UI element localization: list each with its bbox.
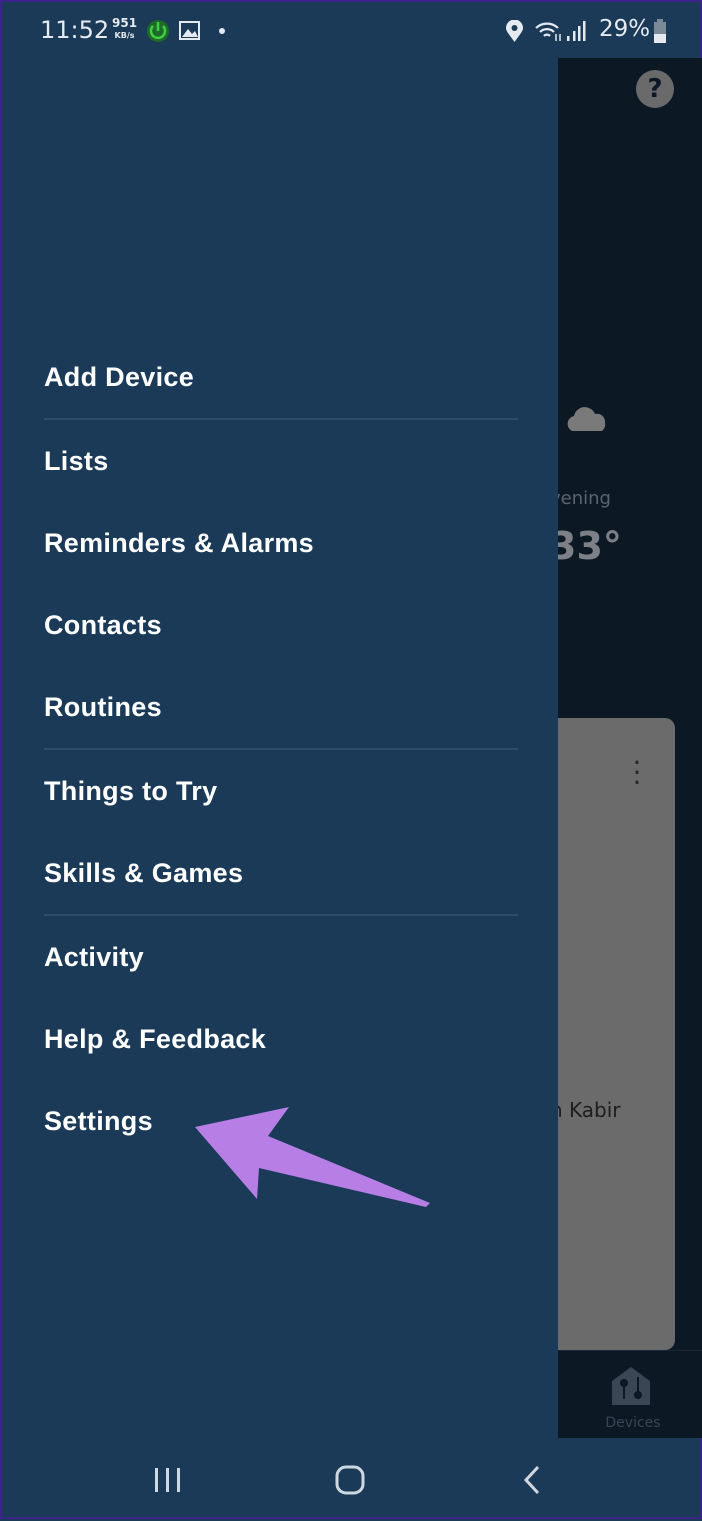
menu-item-help-feedback[interactable]: Help & Feedback: [44, 998, 518, 1080]
network-speed: 951 KB/s: [112, 16, 138, 41]
menu-item-add-device[interactable]: Add Device: [44, 336, 518, 418]
recent-apps-icon[interactable]: [152, 1466, 184, 1494]
status-bar: 11:52 951 KB/s 29%: [2, 2, 702, 58]
menu-item-skills-games[interactable]: Skills & Games: [44, 832, 518, 914]
speed-value: 951: [112, 16, 138, 30]
menu-item-activity[interactable]: Activity: [44, 916, 518, 998]
temperature: 33°: [550, 524, 622, 568]
bottom-nav: Devices: [558, 1350, 702, 1438]
speed-unit: KB/s: [114, 31, 135, 40]
signal-icon: [567, 21, 586, 41]
drawer-menu: Add Device Lists Reminders & Alarms Cont…: [44, 336, 518, 1162]
menu-item-settings[interactable]: Settings: [44, 1080, 518, 1162]
menu-item-contacts[interactable]: Contacts: [44, 584, 518, 666]
battery-percent: 29%: [599, 16, 651, 42]
location-icon: [506, 20, 523, 42]
partly-cloudy-night-icon: [561, 403, 606, 431]
back-icon[interactable]: [520, 1464, 544, 1496]
help-icon[interactable]: ?: [636, 70, 674, 108]
navigation-drawer: Add Device Lists Reminders & Alarms Cont…: [2, 2, 558, 1438]
battery-icon: [654, 19, 666, 43]
power-icon: [147, 20, 169, 42]
card-name: n Kabir: [550, 1098, 621, 1122]
clock: 11:52: [40, 16, 110, 44]
notification-dot: [219, 28, 225, 34]
system-navigation-bar: [2, 1438, 702, 1521]
menu-item-lists[interactable]: Lists: [44, 420, 518, 502]
nav-devices-label[interactable]: Devices: [558, 1415, 702, 1431]
wifi-icon: [535, 22, 561, 41]
menu-item-reminders-alarms[interactable]: Reminders & Alarms: [44, 502, 518, 584]
image-icon: [179, 21, 200, 40]
menu-item-routines[interactable]: Routines: [44, 666, 518, 748]
devices-icon[interactable]: [612, 1367, 650, 1407]
menu-item-things-to-try[interactable]: Things to Try: [44, 750, 518, 832]
more-options-icon[interactable]: · · ·: [630, 749, 644, 797]
weather-period: vening: [550, 488, 611, 509]
home-icon[interactable]: [334, 1464, 366, 1496]
